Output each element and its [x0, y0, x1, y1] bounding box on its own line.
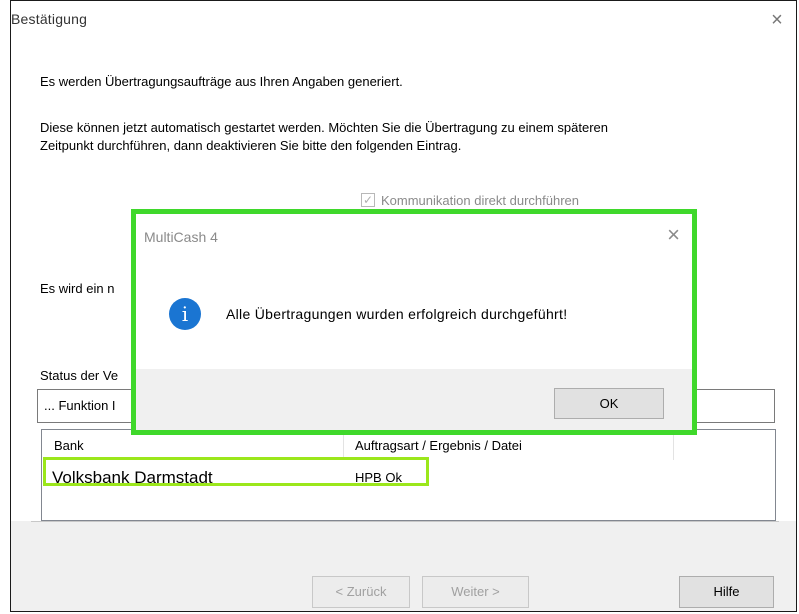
checkbox-label: Kommunikation direkt durchführen: [381, 193, 579, 208]
info-text-line2: Zeitpunkt durchführen, dann deaktivieren…: [40, 138, 462, 153]
column-header-bank[interactable]: Bank: [54, 438, 84, 453]
info-icon: i: [169, 298, 201, 330]
close-icon[interactable]: ×: [764, 7, 790, 33]
status-label: Status der Ve: [40, 368, 119, 383]
row-highlight-frame: [43, 457, 429, 486]
checkbox-check-icon[interactable]: ✓: [361, 193, 375, 207]
partial-info-text: Es wird ein n: [40, 281, 115, 296]
window-title: Bestätigung: [11, 11, 88, 27]
footer-divider: [31, 521, 779, 522]
close-icon[interactable]: ×: [667, 222, 680, 248]
dialog-title: MultiCash 4: [144, 229, 218, 245]
multicash-message-dialog: MultiCash 4 × i Alle Übertragungen wurde…: [131, 209, 697, 435]
dialog-body: MultiCash 4 × i Alle Übertragungen wurde…: [136, 214, 692, 369]
result-list[interactable]: Bank Auftragsart / Ergebnis / Datei Volk…: [41, 429, 776, 521]
intro-text: Es werden Übertragungsaufträge aus Ihren…: [40, 74, 403, 89]
back-button[interactable]: < Zurück: [312, 576, 410, 608]
help-button[interactable]: Hilfe: [679, 576, 774, 608]
title-bar: Bestätigung ×: [11, 1, 796, 41]
info-text-line1: Diese können jetzt automatisch gestartet…: [40, 120, 608, 135]
dialog-message: Alle Übertragungen wurden erfolgreich du…: [226, 306, 568, 322]
ok-button[interactable]: OK: [554, 388, 664, 419]
column-header-result[interactable]: Auftragsart / Ergebnis / Datei: [355, 438, 522, 453]
status-value: ... Funktion I: [44, 398, 116, 413]
next-button[interactable]: Weiter >: [422, 576, 529, 608]
